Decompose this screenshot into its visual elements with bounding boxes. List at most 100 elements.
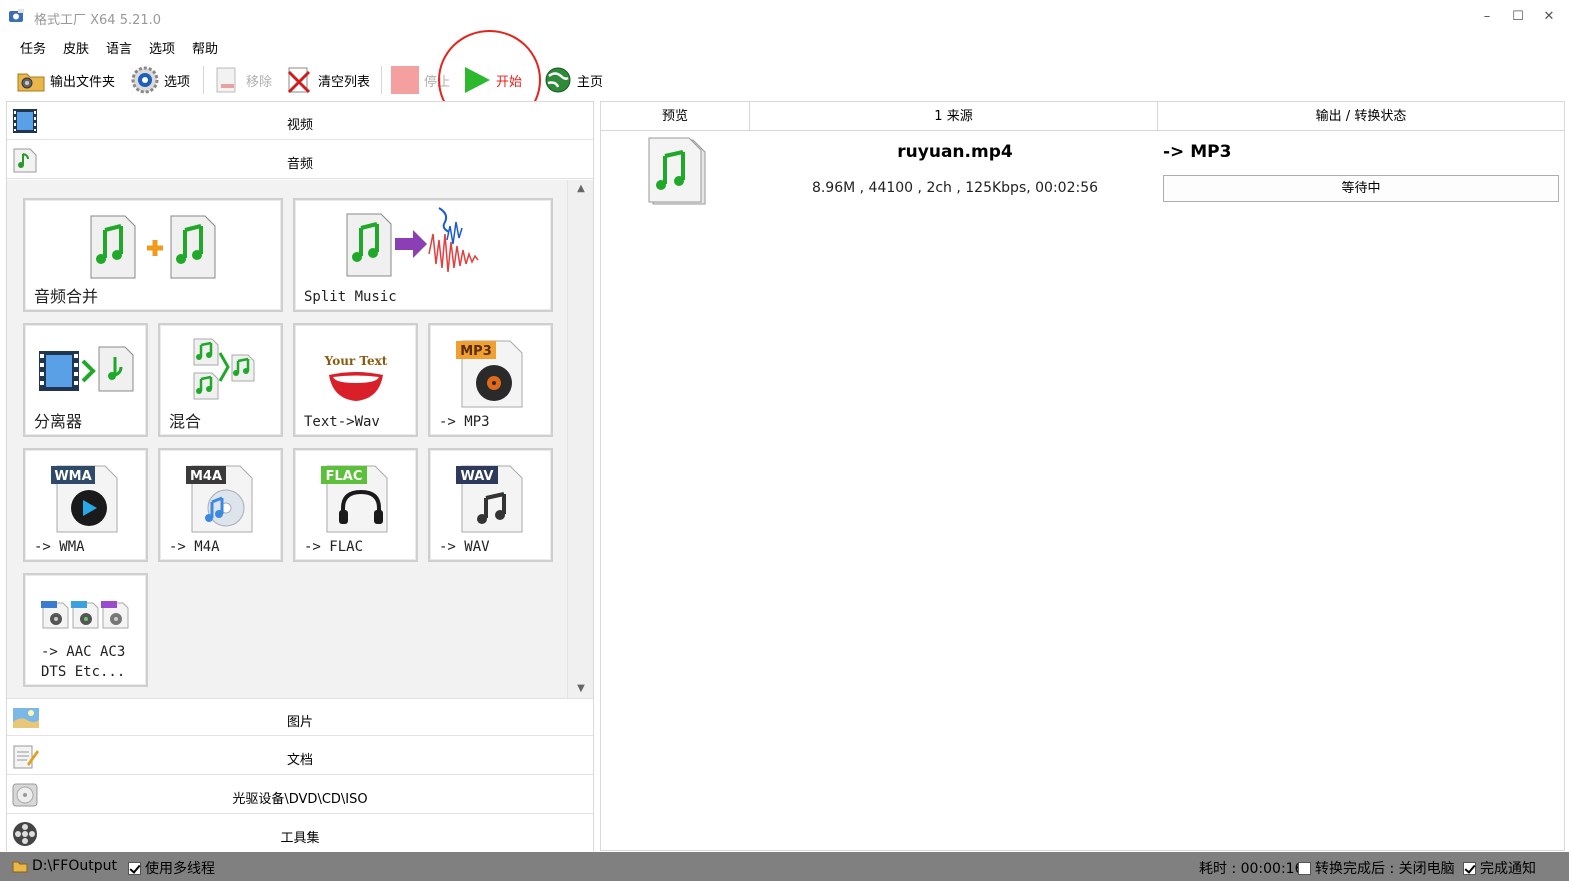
tile-text-to-wav[interactable]: Your Text Text->Wav <box>293 323 418 437</box>
output-format: -> MP3 <box>1163 142 1232 162</box>
gear-icon <box>131 66 159 94</box>
notify-label: 完成通知 <box>1480 861 1536 877</box>
tile-to-m4a[interactable]: M4A -> M4A <box>158 448 283 562</box>
column-header-output[interactable]: 输出 / 转换状态 <box>1158 102 1564 131</box>
wma-badge: WMA <box>54 469 91 484</box>
tile-splitter[interactable]: 分离器 <box>23 323 148 437</box>
after-convert-toggle[interactable]: 转换完成后 : 关闭电脑 <box>1298 858 1455 878</box>
tile-to-m4a-label: -> M4A <box>169 539 220 555</box>
audio-tiles-grid: 音频合并 Split Music 分离器 混合 Your Text Text->… <box>7 180 567 698</box>
options-label: 选项 <box>164 74 191 90</box>
tile-mix[interactable]: 混合 <box>158 323 283 437</box>
start-button[interactable]: 开始 <box>462 64 522 96</box>
category-tools[interactable]: 工具集 <box>7 815 593 853</box>
after-convert-label: 转换完成后 : 关闭电脑 <box>1315 861 1455 877</box>
column-header-preview[interactable]: 预览 <box>601 102 750 131</box>
tile-to-mp3[interactable]: MP3 -> MP3 <box>428 323 553 437</box>
scroll-up-arrow-icon[interactable]: ▲ <box>568 180 594 198</box>
options-button[interactable]: 选项 <box>130 64 190 96</box>
category-audio[interactable]: 音频 <box>7 141 593 179</box>
tile-to-aac-label: -> AAC AC3 DTS Etc... <box>41 642 125 682</box>
home-label: 主页 <box>577 74 604 90</box>
menu-task[interactable]: 任务 <box>20 38 46 57</box>
tile-to-aac-ac3-dts[interactable]: -> AAC AC3 DTS Etc... <box>23 573 148 687</box>
after-convert-checkbox[interactable] <box>1298 861 1311 875</box>
multithread-toggle[interactable]: 使用多线程 <box>128 858 215 878</box>
start-label: 开始 <box>496 74 523 90</box>
tile-to-wav[interactable]: WAV -> WAV <box>428 448 553 562</box>
menu-bar: 任务 皮肤 语言 选项 帮助 <box>0 34 1569 58</box>
output-folder-label: 输出文件夹 <box>50 74 116 90</box>
category-document-label: 文档 <box>286 753 313 768</box>
category-tools-label: 工具集 <box>280 831 320 846</box>
multithread-label: 使用多线程 <box>145 861 215 877</box>
mp3-badge: MP3 <box>460 344 492 359</box>
maximize-button[interactable]: ☐ <box>1503 6 1533 28</box>
menu-skin[interactable]: 皮肤 <box>63 38 89 57</box>
home-button[interactable]: 主页 <box>543 64 603 96</box>
scroll-thumb[interactable] <box>570 200 591 666</box>
category-picture[interactable]: 图片 <box>7 698 593 736</box>
tile-to-flac[interactable]: FLAC -> FLAC <box>293 448 418 562</box>
stop-button[interactable]: 停止 <box>390 64 450 96</box>
notify-checkbox[interactable] <box>1463 861 1476 875</box>
category-audio-label: 音频 <box>286 157 313 172</box>
tile-split-music[interactable]: Split Music <box>293 198 553 312</box>
tile-splitter-label: 分离器 <box>34 412 83 431</box>
close-button[interactable]: ✕ <box>1534 6 1564 28</box>
menu-help[interactable]: 帮助 <box>192 38 218 57</box>
minimize-button[interactable]: – <box>1472 6 1502 28</box>
elapsed-time: 耗时 : 00:00:16 <box>1199 858 1304 878</box>
category-video[interactable]: 视频 <box>7 102 593 140</box>
tile-mix-label: 混合 <box>169 412 202 431</box>
tile-split-music-label: Split Music <box>304 289 397 305</box>
stop-label: 停止 <box>424 74 451 90</box>
wav-file-icon: WAV <box>456 465 523 533</box>
scroll-down-arrow-icon[interactable]: ▼ <box>568 680 594 698</box>
toolbar-separator <box>381 66 382 94</box>
app-icon <box>9 9 24 22</box>
task-list: 预览 1 来源 输出 / 转换状态 ruyuan.mp4 8.96M , 441… <box>600 101 1565 851</box>
multithread-checkbox[interactable] <box>128 861 141 875</box>
your-text-badge: Your Text <box>324 354 388 368</box>
category-optical-drive[interactable]: 光驱设备\DVD\CD\ISO <box>7 776 593 814</box>
flac-file-icon: FLAC <box>321 465 388 533</box>
notify-toggle[interactable]: 完成通知 <box>1463 858 1536 878</box>
folder-icon <box>17 73 45 92</box>
toolbar-separator <box>203 66 204 94</box>
category-video-label: 视频 <box>286 118 313 133</box>
column-header-source[interactable]: 1 来源 <box>750 102 1158 131</box>
tile-audio-merge[interactable]: 音频合并 <box>23 198 283 312</box>
elapsed-time-label: 耗时 : 00:00:16 <box>1199 861 1304 877</box>
tile-audio-merge-label: 音频合并 <box>34 287 99 306</box>
toolbar: 输出文件夹 选项 移除 清空列表 停止 开始 主页 <box>0 60 1569 100</box>
output-path-label: D:\FFOutput <box>32 858 117 874</box>
source-file-name: ruyuan.mp4 <box>897 142 1013 162</box>
output-path[interactable]: D:\FFOutput <box>12 858 117 874</box>
clear-list-label: 清空列表 <box>318 74 371 90</box>
clear-list-button[interactable]: 清空列表 <box>284 64 370 96</box>
wav-badge: WAV <box>461 469 494 484</box>
output-folder-button[interactable]: 输出文件夹 <box>16 64 115 96</box>
menu-language[interactable]: 语言 <box>106 38 132 57</box>
play-icon <box>465 67 490 93</box>
remove-button[interactable]: 移除 <box>212 64 272 96</box>
conversion-status: 等待中 <box>1163 175 1559 202</box>
split-music-icon <box>346 207 479 277</box>
remove-label: 移除 <box>246 74 273 90</box>
category-optical-label: 光驱设备\DVD\CD\ISO <box>232 792 368 807</box>
tile-to-wma[interactable]: WMA -> WMA <box>23 448 148 562</box>
tile-to-wma-label: -> WMA <box>34 539 85 555</box>
menu-options[interactable]: 选项 <box>149 38 175 57</box>
folder-icon <box>12 861 28 873</box>
wma-file-icon: WMA <box>51 465 118 533</box>
tile-text-to-wav-label: Text->Wav <box>304 414 380 430</box>
clear-list-icon <box>287 67 311 94</box>
tile-to-flac-label: -> FLAC <box>304 539 364 555</box>
tiles-scrollbar[interactable]: ▲ ▼ <box>567 180 593 698</box>
window-title: 格式工厂 X64 5.21.0 <box>34 13 162 28</box>
remove-icon <box>216 67 236 93</box>
category-document[interactable]: 文档 <box>7 737 593 775</box>
splitter-icon <box>39 346 134 392</box>
mp3-file-icon: MP3 <box>456 340 523 408</box>
